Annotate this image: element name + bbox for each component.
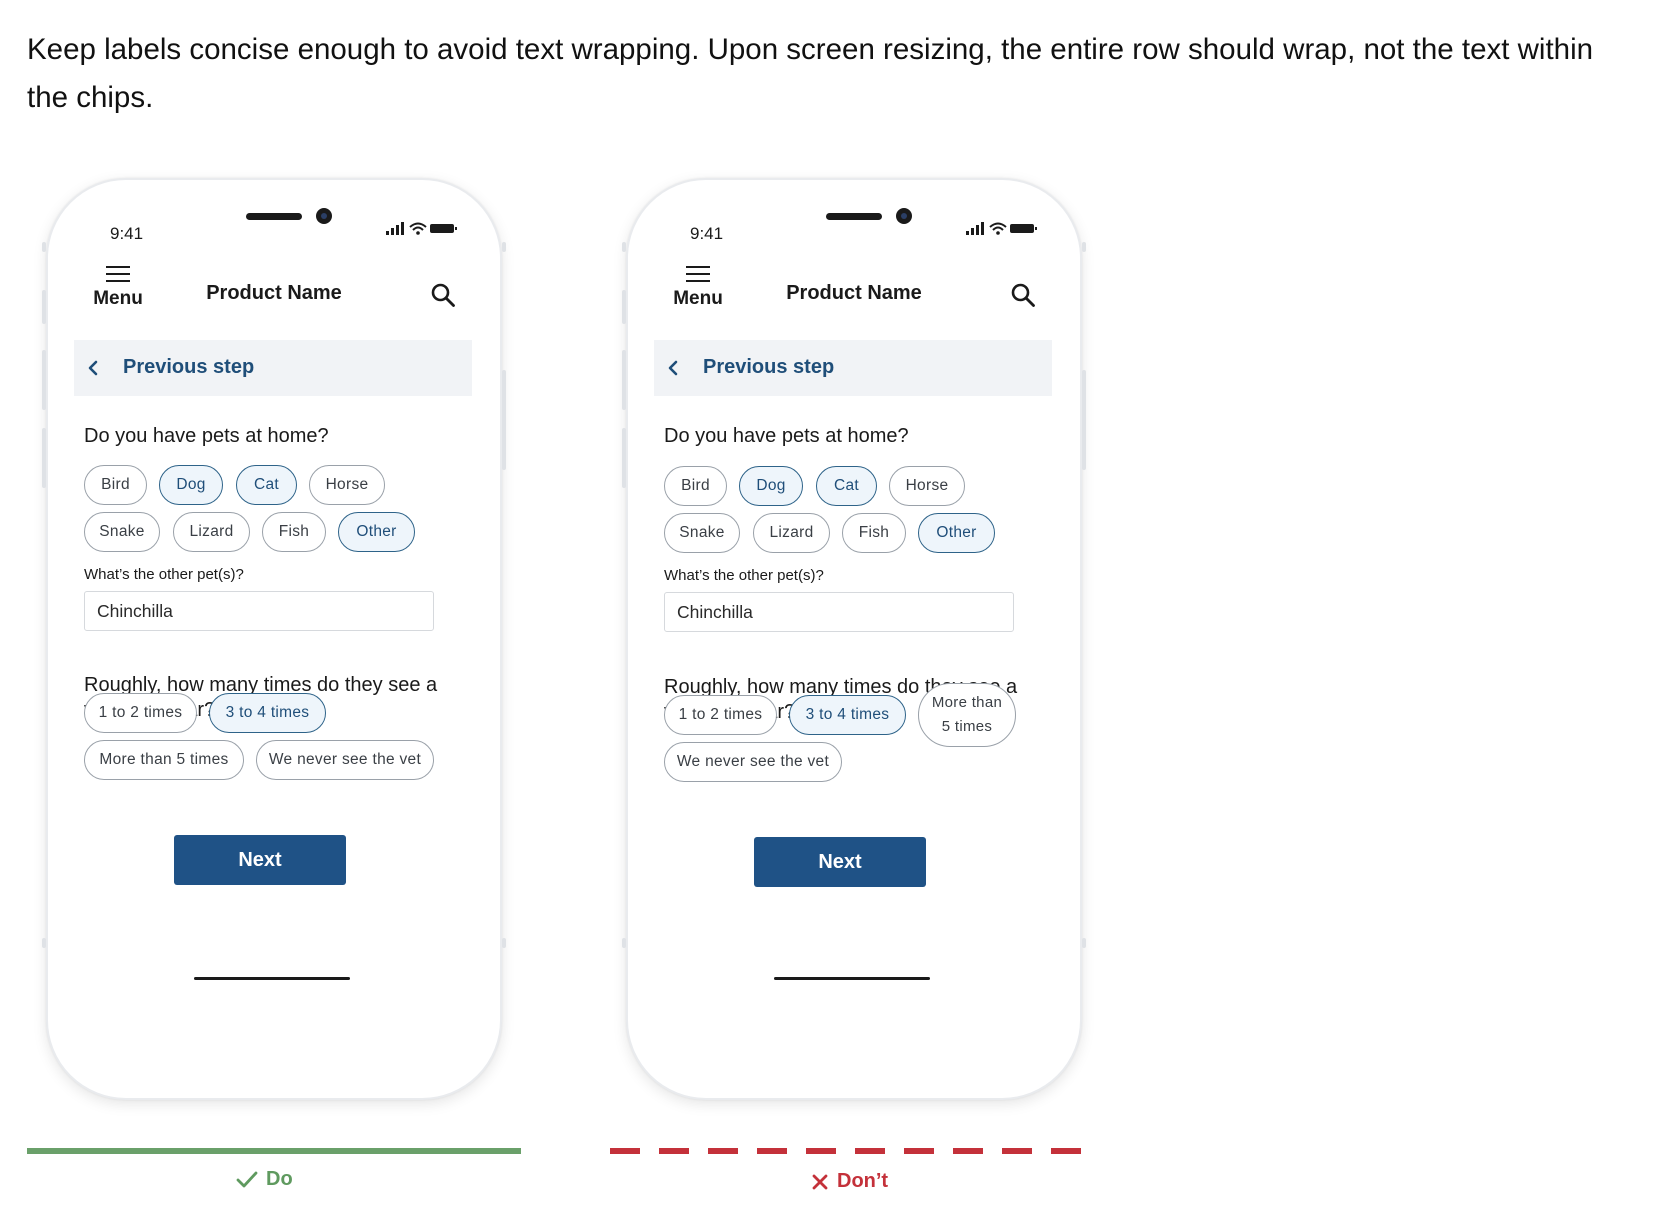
phone-side-button [42,938,46,948]
status-icons [386,222,457,235]
pets-question: Do you have pets at home? [84,425,329,447]
dont-indicator-line [610,1148,1084,1154]
chip-other[interactable]: Other [338,512,415,552]
home-indicator [774,977,930,980]
phone-side-button [622,428,626,488]
status-icons [966,222,1037,235]
chip-bird[interactable]: Bird [664,466,727,506]
do-indicator-line [27,1148,521,1154]
other-pets-label: What’s the other pet(s)? [664,567,824,584]
phone-side-button [622,938,626,948]
chip-dog[interactable]: Dog [739,466,803,506]
chip-3-to-4-times[interactable]: 3 to 4 times [209,693,326,733]
chip-lizard[interactable]: Lizard [173,512,250,552]
do-label: Do [236,1168,293,1191]
hamburger-icon [686,266,710,282]
chip-dog[interactable]: Dog [159,465,223,505]
phone-camera [896,208,912,224]
phone-side-button [1082,938,1086,948]
phone-side-button [502,370,506,470]
chip-fish[interactable]: Fish [842,513,906,553]
phone-mockup-dont: 9:41 Menu Product Name Previous step Do … [622,178,1086,1100]
next-button[interactable]: Next [174,835,346,885]
previous-step-label: Previous step [703,356,835,378]
chip-snake[interactable]: Snake [84,512,160,552]
chip-other[interactable]: Other [918,513,995,553]
other-pets-input[interactable] [84,591,434,631]
pets-question: Do you have pets at home? [664,425,909,447]
phone-speaker [826,213,882,220]
phone-camera [316,208,332,224]
chip-lizard[interactable]: Lizard [753,513,830,553]
phone-speaker [246,213,302,220]
other-pets-input[interactable] [664,592,1014,632]
phone-side-button [502,242,506,252]
close-icon [812,1174,828,1189]
phone-side-button [622,290,626,324]
phone-side-button [42,290,46,324]
dont-text: Don’t [837,1170,889,1192]
chevron-left-icon [88,360,98,376]
status-time: 9:41 [110,224,144,243]
phone-side-button [622,350,626,410]
chip-more-than-5-times[interactable]: More than 5 times [84,740,244,780]
home-indicator [194,977,350,980]
chip-never-see-vet[interactable]: We never see the vet [664,742,842,782]
phone-mockup-do: 9:41 Menu Product Name Previous step Do … [42,178,506,1100]
app-bar: Menu Product Name [628,260,1080,330]
phone-side-button [502,938,506,948]
chip-never-see-vet[interactable]: We never see the vet [256,740,434,780]
chip-3-to-4-times[interactable]: 3 to 4 times [789,695,906,735]
guideline-text: Keep labels concise enough to avoid text… [27,33,1594,114]
chip-more-than-5-times[interactable]: More than 5 times [918,683,1016,747]
previous-step-label: Previous step [123,356,255,378]
chip-cat[interactable]: Cat [236,465,297,505]
next-button[interactable]: Next [754,837,926,887]
chip-horse[interactable]: Horse [309,465,385,505]
chip-horse[interactable]: Horse [889,466,965,506]
previous-step-link[interactable]: Previous step [74,340,472,396]
chip-snake[interactable]: Snake [664,513,740,553]
chip-cat[interactable]: Cat [816,466,877,506]
other-pets-label: What’s the other pet(s)? [84,566,244,583]
app-bar: Menu Product Name [48,260,500,330]
chip-fish[interactable]: Fish [262,512,326,552]
search-icon[interactable] [430,282,456,308]
chip-1-to-2-times[interactable]: 1 to 2 times [84,693,197,733]
hamburger-icon [106,266,130,282]
dont-label: Don’t [811,1170,888,1193]
phone-side-button [42,242,46,252]
phone-side-button [1082,242,1086,252]
do-text: Do [266,1168,293,1190]
phone-side-button [42,428,46,488]
chip-1-to-2-times[interactable]: 1 to 2 times [664,695,777,735]
phone-side-button [42,350,46,410]
chip-bird[interactable]: Bird [84,465,147,505]
search-icon[interactable] [1010,282,1036,308]
chevron-left-icon [668,360,678,376]
status-time: 9:41 [690,224,724,243]
previous-step-link[interactable]: Previous step [654,340,1052,396]
checkmark-icon [236,1171,258,1187]
phone-side-button [622,242,626,252]
phone-side-button [1082,370,1086,470]
